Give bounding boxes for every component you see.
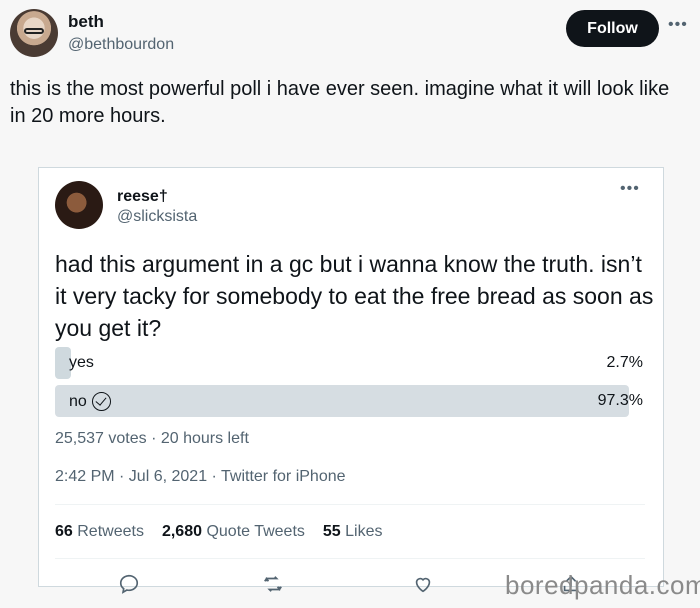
glasses-icon xyxy=(24,28,44,34)
reply-icon[interactable] xyxy=(118,573,140,595)
quoted-tweet-text: had this argument in a gc but i wanna kn… xyxy=(55,251,654,341)
poll-meta: 25,537 votes · 20 hours left xyxy=(55,430,249,447)
quoted-avatar[interactable] xyxy=(55,181,103,229)
avatar[interactable] xyxy=(10,9,58,57)
quote-tweets-stat[interactable]: 2,680 Quote Tweets xyxy=(162,523,305,541)
poll-label-yes: yes xyxy=(69,354,94,371)
like-icon[interactable] xyxy=(412,573,434,595)
likes-stat[interactable]: 55 Likes xyxy=(323,523,383,541)
retweet-icon[interactable] xyxy=(262,573,284,595)
more-icon[interactable]: ••• xyxy=(668,16,688,34)
quoted-more-icon[interactable]: ••• xyxy=(620,180,640,198)
engagement-stats: 66 Retweets 2,680 Quote Tweets 55 Likes xyxy=(55,523,383,541)
poll-option-yes: yes 2.7% xyxy=(55,347,645,379)
check-icon xyxy=(91,392,111,411)
author-name[interactable]: beth xyxy=(68,12,104,32)
author-handle[interactable]: @bethbourdon xyxy=(68,36,174,54)
retweets-stat[interactable]: 66 Retweets xyxy=(55,523,144,541)
outer-tweet-header: beth @bethbourdon Follow ••• xyxy=(0,0,700,70)
divider xyxy=(55,504,645,505)
divider xyxy=(55,558,645,559)
poll-option-no: no 97.3% xyxy=(55,385,645,417)
timestamp[interactable]: 2:42 PM · Jul 6, 2021 · Twitter for iPho… xyxy=(55,468,346,486)
poll-bar-no xyxy=(55,385,630,417)
poll-label-no: no xyxy=(69,392,111,411)
quoted-author-handle[interactable]: @slicksista xyxy=(117,208,197,226)
poll-percent-yes: 2.7% xyxy=(606,354,643,371)
watermark: boredpanda.com xyxy=(505,570,700,600)
quoted-author-name[interactable]: reese† xyxy=(117,188,168,206)
poll-percent-no: 97.3% xyxy=(597,392,643,409)
follow-button[interactable]: Follow xyxy=(566,10,659,47)
tweet-text: this is the most powerful poll i have ev… xyxy=(10,78,670,127)
